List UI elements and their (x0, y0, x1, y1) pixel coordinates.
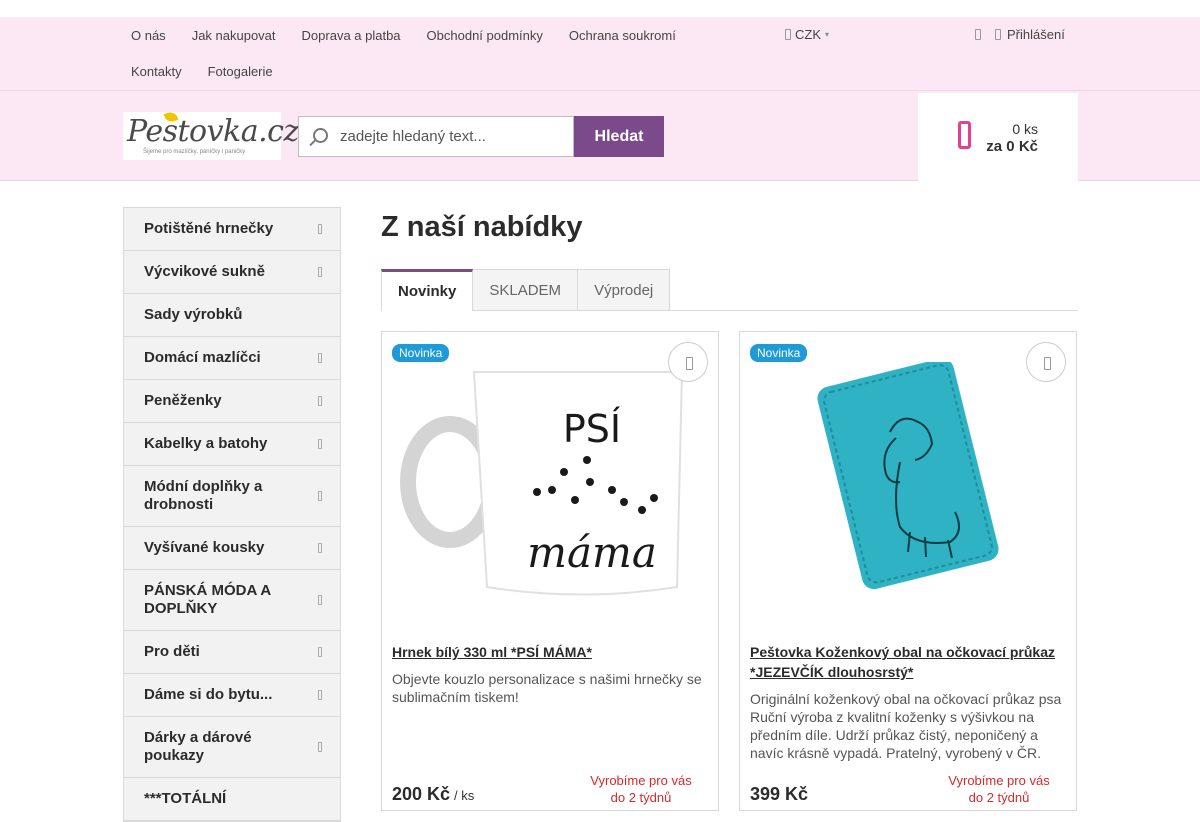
currency-label: CZK (795, 27, 821, 42)
product-tabs: Novinky SKLADEM Výprodej (381, 269, 1078, 311)
top-navigation: O nás Jak nakupovat Doprava a platba Obc… (0, 17, 1200, 91)
product-card[interactable]: Novinka Peštovka Koženkový obal na očkov… (739, 331, 1077, 811)
sidebar-item-modni-doplnky[interactable]: Módní doplňky a drobnosti (124, 466, 340, 527)
nav-link-obchodni-podminky[interactable]: Obchodní podmínky (419, 28, 551, 43)
sidebar-item-label: Dárky a dárové poukazy (144, 729, 252, 764)
top-nav-row1: O nás Jak nakupovat Doprava a platba Obc… (123, 17, 694, 53)
sidebar-item-panska-moda[interactable]: PÁNSKÁ MÓDA A DOPLŇKY (124, 570, 340, 631)
price-unit: / ks (454, 788, 475, 803)
sidebar-item-label: Potištěné hrnečky (144, 220, 274, 237)
sidebar-item-vysivane-kousky[interactable]: Vyšívané kousky (124, 527, 340, 570)
magnifier-icon (313, 128, 328, 143)
tab-vyprodej[interactable]: Výprodej (578, 269, 671, 310)
nav-link-jak-nakupovat[interactable]: Jak nakupovat (184, 28, 284, 43)
sidebar-item-label: Kabelky a batohy (144, 435, 268, 452)
user-icon (995, 29, 1001, 40)
sidebar-item-label: Domácí mazlíčci (144, 349, 261, 366)
currency-icon (785, 29, 791, 40)
tab-novinky[interactable]: Novinky (381, 269, 474, 311)
heart-icon[interactable] (1026, 342, 1066, 382)
sidebar-item-vycvikove-sukne[interactable]: Výcvikové sukně (124, 251, 340, 294)
sidebar-item-label: Pro děti (144, 643, 200, 660)
product-name[interactable]: Hrnek bílý 330 ml *PSÍ MÁMA* (392, 642, 708, 662)
sidebar-item-darky-a-poukazy[interactable]: Dárky a dárové poukazy (124, 717, 340, 778)
sidebar-item-label: Módní doplňky a drobnosti (144, 478, 263, 513)
category-sidebar: Potištěné hrnečky Výcvikové sukně Sady v… (123, 207, 341, 822)
sidebar-item-label: PÁNSKÁ MÓDA A DOPLŇKY (144, 582, 271, 617)
login-label: Přihlášení (1007, 27, 1065, 42)
currency-selector[interactable]: CZK ▾ (785, 27, 829, 42)
shopping-bag-icon (958, 121, 971, 149)
new-badge: Novinka (392, 344, 450, 362)
product-card[interactable]: PSÍ máma Novinka Hrnek bílý 330 ml *PSÍ … (381, 331, 719, 811)
logo-wordmark: Pestovka.cz (127, 114, 299, 149)
availability-text: Vyrobíme pro vás do 2 týdnů (948, 773, 1050, 805)
nav-link-o-nas[interactable]: O nás (123, 28, 174, 43)
availability-text: Vyrobíme pro vás do 2 týdnů (590, 773, 692, 805)
search-field (298, 116, 574, 157)
chevron-down-icon: ▾ (825, 30, 830, 39)
product-description: Originální koženkový obal na očkovací pr… (750, 691, 1062, 761)
sidebar-item-potistene-hrnecky[interactable]: Potištěné hrnečky (124, 208, 340, 251)
chevron-right-icon (318, 439, 322, 449)
sidebar-item-domaci-mazlicci[interactable]: Domácí mazlíčci (124, 337, 340, 380)
chevron-right-icon (318, 396, 322, 406)
chevron-right-icon (318, 353, 322, 363)
login-area: Přihlášení (975, 27, 1065, 42)
sidebar-item-label: Výcvikové sukně (144, 263, 265, 280)
nav-link-kontakty[interactable]: Kontakty (123, 64, 190, 79)
chevron-right-icon (318, 491, 322, 501)
product-description: Objevte kouzlo personalizace s našimi hr… (392, 671, 702, 705)
login-link[interactable]: Přihlášení (995, 27, 1065, 42)
product-image-cover[interactable] (750, 362, 1066, 602)
nav-link-fotogalerie[interactable]: Fotogalerie (200, 64, 281, 79)
chevron-right-icon (318, 742, 322, 752)
main-content: Z naší nabídky Novinky SKLADEM Výprodej … (381, 207, 1078, 811)
top-strip (0, 0, 1200, 17)
price-value: 200 Kč (392, 784, 451, 804)
product-price: 399 Kč (750, 784, 808, 805)
search-input[interactable] (299, 117, 573, 156)
sidebar-item-label: ***TOTÁLNÍ (144, 790, 227, 807)
heart-icon[interactable] (975, 29, 981, 40)
product-image-mug[interactable]: PSÍ máma (392, 362, 708, 602)
sidebar-item-kabelky-a-batohy[interactable]: Kabelky a batohy (124, 423, 340, 466)
chevron-right-icon (318, 595, 322, 605)
chevron-right-icon (318, 647, 322, 657)
sidebar-item-dame-si-do-bytu[interactable]: Dáme si do bytu... (124, 674, 340, 717)
page-title: Z naší nabídky (381, 211, 583, 243)
sidebar-item-pro-deti[interactable]: Pro děti (124, 631, 340, 674)
sidebar-item-label: Vyšívané kousky (144, 539, 265, 556)
sidebar-item-label: Dáme si do bytu... (144, 686, 273, 703)
new-badge: Novinka (750, 344, 808, 362)
sidebar-item-label: Sady výrobků (144, 306, 243, 323)
sidebar-item-label: Peněženky (144, 392, 222, 409)
heart-icon[interactable] (668, 342, 708, 382)
mug-text-top: PSÍ (563, 407, 621, 451)
price-value: 399 Kč (750, 784, 809, 804)
site-logo[interactable]: Pestovka.cz Šijeme pro mazlíčky, páníčky… (123, 110, 299, 160)
tab-skladem[interactable]: SKLADEM (473, 269, 579, 310)
top-nav-row2: Kontakty Fotogalerie (123, 53, 291, 89)
sidebar-item-penezenky[interactable]: Peněženky (124, 380, 340, 423)
cart-quantity: 0 ks (1012, 121, 1038, 137)
logo-tagline: Šijeme pro mazlíčky, páníčky i paničky (143, 149, 246, 155)
nav-link-doprava-a-platba[interactable]: Doprava a platba (294, 28, 409, 43)
cart-widget[interactable]: 0 ks za 0 Kč (918, 93, 1078, 181)
chevron-right-icon (318, 543, 322, 553)
chevron-right-icon (318, 267, 322, 277)
chevron-right-icon (318, 224, 322, 234)
search-button[interactable]: Hledat (574, 116, 664, 157)
cover-shape (817, 362, 999, 590)
sidebar-item-sady-vyrobku[interactable]: Sady výrobků (124, 294, 340, 337)
search-form: Hledat (298, 116, 664, 157)
cart-total: za 0 Kč (986, 138, 1038, 155)
nav-link-ochrana-soukromi[interactable]: Ochrana soukromí (561, 28, 684, 43)
product-name[interactable]: Peštovka Koženkový obal na očkovací průk… (750, 642, 1066, 682)
chevron-right-icon (318, 690, 322, 700)
product-price: 200 Kč / ks (392, 784, 474, 805)
site-header: Pestovka.cz Šijeme pro mazlíčky, páníčky… (0, 91, 1200, 181)
mug-text-bottom: máma (527, 528, 657, 577)
